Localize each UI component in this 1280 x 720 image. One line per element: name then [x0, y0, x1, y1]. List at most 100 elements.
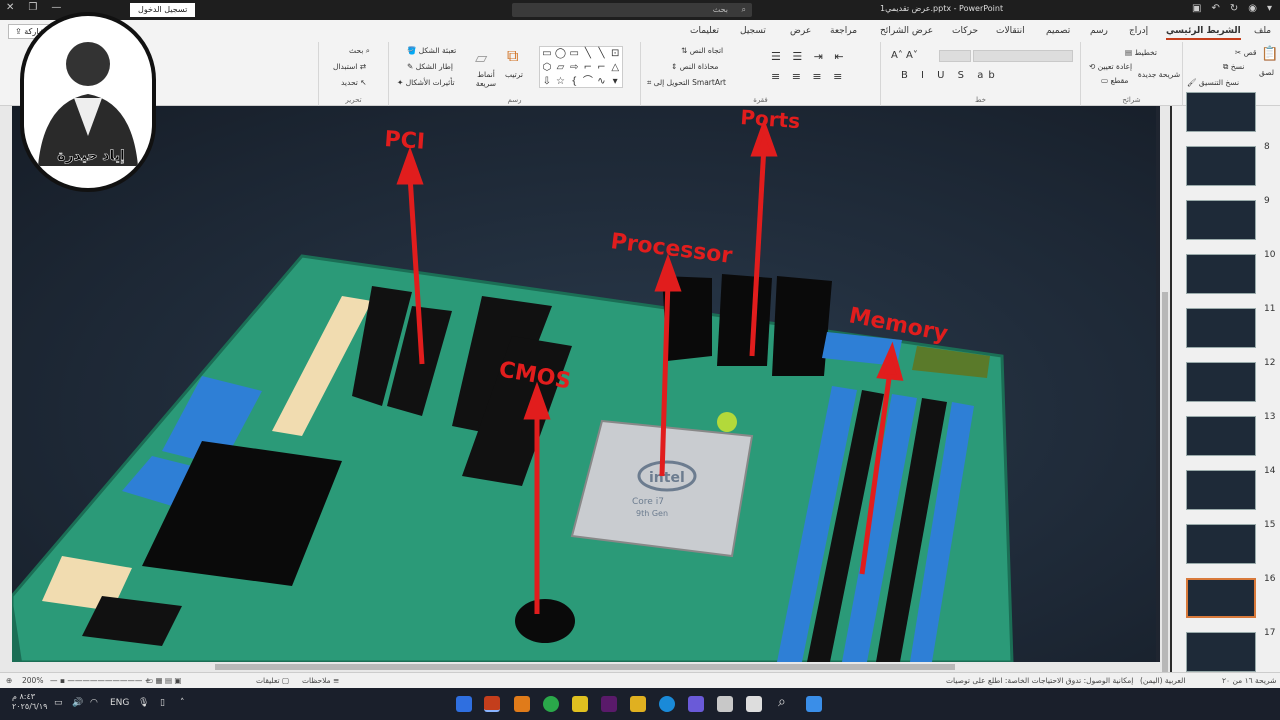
- minimize-icon[interactable]: —: [51, 2, 61, 13]
- comments-button[interactable]: تعليقات ▢: [256, 676, 289, 685]
- tab-record[interactable]: تسجيل: [740, 26, 766, 36]
- chevron-up-icon[interactable]: ˄: [180, 698, 185, 708]
- arrange-button[interactable]: ترتيب: [505, 70, 523, 79]
- tab-file[interactable]: ملف: [1254, 26, 1271, 36]
- arrow-icon[interactable]: ⇩: [540, 75, 554, 89]
- more-icon[interactable]: ▾: [608, 75, 622, 89]
- tab-animations[interactable]: حركات: [952, 26, 978, 36]
- windows-start-icon[interactable]: [806, 696, 822, 712]
- app-icon[interactable]: [572, 696, 588, 712]
- find-button[interactable]: بحث ⌕: [349, 46, 370, 56]
- horizontal-scroll-thumb[interactable]: [215, 664, 955, 670]
- shape-effects-button[interactable]: ✦ تأثيرات الأشكال: [397, 78, 455, 87]
- adobe-xd-icon[interactable]: [601, 696, 617, 712]
- shape-outline-button[interactable]: ✎ إطار الشكل: [407, 62, 453, 71]
- curve-icon[interactable]: ⌒: [581, 75, 595, 89]
- tab-insert[interactable]: إدراج: [1129, 26, 1148, 36]
- app-icon[interactable]: [514, 696, 530, 712]
- font-grow-icon[interactable]: A˄ A˅: [891, 50, 918, 61]
- slide-thumbnail[interactable]: [1186, 416, 1256, 456]
- app-icon[interactable]: [746, 696, 762, 712]
- clock[interactable]: ٨:٤٣ م ٢٠٢٥/٦/١٩: [12, 692, 47, 712]
- tab-design[interactable]: تصميم: [1046, 26, 1070, 36]
- font-name-field[interactable]: [973, 50, 1073, 62]
- tab-home[interactable]: الشريط الرئيسي: [1166, 26, 1241, 40]
- file-explorer-icon[interactable]: [630, 696, 646, 712]
- slide-thumbnail[interactable]: [1186, 632, 1256, 672]
- tab-draw[interactable]: رسم: [1090, 26, 1108, 36]
- shape-icon[interactable]: ⬡: [540, 61, 554, 75]
- shapes-gallery[interactable]: ▭ ◯ ▭ ╲ ╲ ⊡ ⬡ ▱ ⇨ ⌐ ⌐ △ ⇩ ☆{⌒ ∿ ▾: [539, 46, 623, 88]
- presenter-view-icon[interactable]: ▭ ▦ ▤ ▣: [146, 676, 182, 685]
- smartart-button[interactable]: ⌗ التحويل إلى SmartArt: [647, 78, 726, 88]
- vertical-scroll-thumb[interactable]: [1162, 292, 1168, 672]
- replace-button[interactable]: استبدال ⇄: [333, 62, 366, 71]
- connector-icon[interactable]: ⌐: [595, 61, 609, 75]
- powerpoint-icon[interactable]: [484, 696, 500, 712]
- tab-transitions[interactable]: انتقالات: [996, 26, 1025, 36]
- tray-app-icon[interactable]: ▯: [160, 698, 165, 708]
- cut-button[interactable]: ✂ قص: [1235, 48, 1256, 57]
- section-button[interactable]: ▭ مقطع: [1101, 76, 1128, 85]
- slide-thumbnail[interactable]: [1186, 362, 1256, 402]
- language-status[interactable]: العربية (اليمن): [1140, 676, 1185, 685]
- line-icon[interactable]: ╲: [581, 47, 595, 61]
- arrow-icon[interactable]: ⇨: [567, 61, 581, 75]
- textbox-icon[interactable]: ⊡: [608, 47, 622, 61]
- zoom-level[interactable]: 200%: [22, 676, 43, 685]
- reset-button[interactable]: ⟲ إعادة تعيين: [1089, 62, 1132, 71]
- layout-button[interactable]: ▤ تخطيط: [1125, 48, 1157, 57]
- notes-button[interactable]: ملاحظات ≡: [302, 676, 339, 685]
- curve-icon[interactable]: ∿: [595, 75, 609, 89]
- widgets-icon[interactable]: [456, 696, 472, 712]
- horizontal-scrollbar[interactable]: [0, 662, 1170, 672]
- align-icons[interactable]: ≡ ≡ ≡ ≡: [771, 70, 846, 83]
- font-size-field[interactable]: [939, 50, 971, 62]
- search-icon[interactable]: ⌕: [778, 694, 786, 710]
- new-slide-button[interactable]: شريحة جديدة: [1137, 70, 1181, 79]
- record-icon[interactable]: ◉: [1248, 3, 1257, 14]
- signin-button[interactable]: تسجيل الدخول: [130, 3, 196, 17]
- chrome-icon[interactable]: [543, 696, 559, 712]
- zoom-fit-icon[interactable]: ⊕: [6, 676, 12, 685]
- star-icon[interactable]: ☆: [554, 75, 568, 89]
- slide-thumbnail[interactable]: [1186, 200, 1256, 240]
- select-button[interactable]: تحديد ↖: [341, 78, 367, 87]
- app-icon[interactable]: [717, 696, 733, 712]
- slide-thumbnail[interactable]: [1186, 254, 1256, 294]
- tab-help[interactable]: تعليمات: [690, 26, 719, 36]
- slide-thumbnail[interactable]: [1186, 92, 1256, 132]
- mic-icon[interactable]: 🎙: [138, 698, 149, 708]
- copilot-icon[interactable]: [688, 696, 704, 712]
- paste-icon[interactable]: 📋: [1261, 46, 1278, 62]
- connector-icon[interactable]: ⌐: [581, 61, 595, 75]
- list-icons[interactable]: ☰ ☰ ⇥ ⇤: [771, 50, 848, 63]
- undo-icon[interactable]: ↶: [1211, 3, 1219, 14]
- edge-icon[interactable]: [659, 696, 675, 712]
- line-icon[interactable]: ╲: [595, 47, 609, 61]
- save-icon[interactable]: ▣: [1192, 3, 1201, 14]
- rect-icon[interactable]: ▭: [567, 47, 581, 61]
- slide-thumbnail[interactable]: [1186, 146, 1256, 186]
- wifi-icon[interactable]: ◠: [90, 698, 98, 708]
- slide-thumbnail-selected[interactable]: [1186, 578, 1256, 618]
- tab-slideshow[interactable]: عرض الشرائح: [880, 26, 933, 36]
- battery-icon[interactable]: ▭: [54, 698, 63, 708]
- align-text-button[interactable]: ⇕ محاذاة النص: [671, 62, 718, 71]
- slide-thumbnail[interactable]: [1186, 524, 1256, 564]
- tab-review[interactable]: مراجعة: [830, 26, 857, 36]
- language-indicator[interactable]: ENG: [110, 698, 129, 708]
- slide-canvas[interactable]: intel Core i7 9th Gen PCI Ports Processo…: [12, 106, 1156, 662]
- close-icon[interactable]: ✕: [6, 2, 14, 13]
- slide-thumbnail[interactable]: [1186, 308, 1256, 348]
- quick-styles-icon[interactable]: ▱: [475, 48, 487, 67]
- left-scrollbar[interactable]: [0, 106, 12, 662]
- accessibility-status[interactable]: إمكانية الوصول: تدوق الاحتياجات الخاصة: …: [946, 676, 1133, 685]
- triangle-icon[interactable]: △: [608, 61, 622, 75]
- zoom-slider[interactable]: — ▪ —————————— +: [50, 676, 151, 685]
- oval-icon[interactable]: ◯: [554, 47, 568, 61]
- text-direction-button[interactable]: ⇅ اتجاه النص: [681, 46, 723, 55]
- shape-icon[interactable]: ▱: [554, 61, 568, 75]
- copy-button[interactable]: ⧉ نسخ: [1223, 62, 1244, 72]
- shape-fill-button[interactable]: 🪣 تعبئة الشكل: [407, 46, 456, 55]
